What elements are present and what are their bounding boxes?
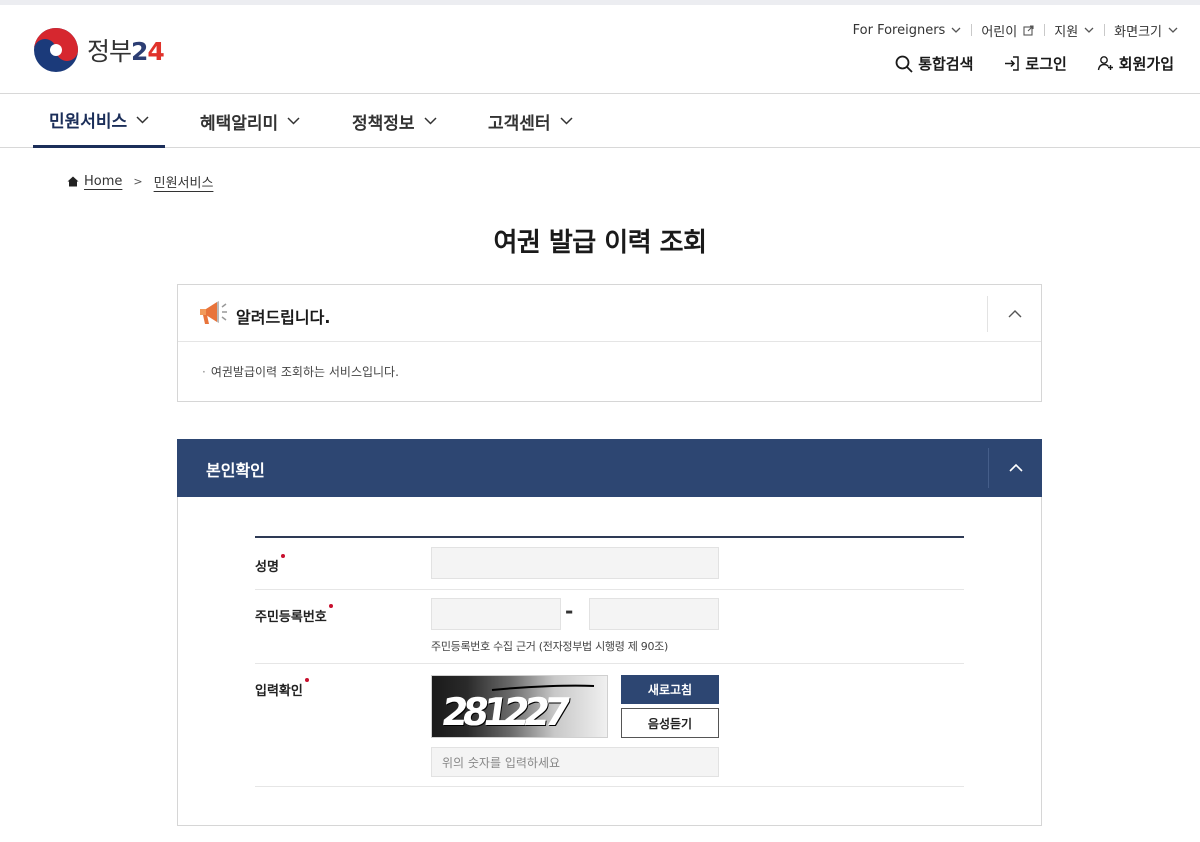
rrn-separator: - [565,599,574,623]
nav-benefits[interactable]: 혜택알리미 [200,94,300,148]
search-icon [895,55,913,73]
captcha-refresh-button[interactable]: 새로고침 [621,675,719,704]
chevron-down-icon [136,115,149,124]
breadcrumb-current[interactable]: 민원서비스 [154,172,214,191]
chevron-down-icon [1084,27,1094,33]
breadcrumb: Home > 민원서비스 [67,172,213,191]
required-mark [304,678,309,682]
util-screen-size[interactable]: 화면크기 [1104,21,1178,40]
search-button[interactable]: 통합검색 [895,53,973,74]
captcha-label: 입력확인 [255,678,309,699]
utility-menu: For Foreigners 어린이 지원 화면크기 [843,21,1178,40]
logo[interactable]: 정부24 [33,27,165,73]
nav-policy[interactable]: 정책정보 [352,94,437,148]
chevron-down-icon [287,117,300,125]
chevron-down-icon [951,27,961,33]
identity-form: 성명 주민등록번호 - 주민등록번호 수집 근거 (전자정부법 시행령 제 90… [255,536,964,787]
rrn-row: 주민등록번호 - 주민등록번호 수집 근거 (전자정부법 시행령 제 90조) [255,590,964,664]
captcha-input[interactable]: 위의 숫자를 입력하세요 [431,747,719,777]
taegeuk-logo-icon [34,28,78,72]
home-icon [67,176,79,187]
login-icon [1005,56,1020,71]
rrn-front-input[interactable] [431,598,561,630]
util-kids[interactable]: 어린이 [971,21,1044,40]
user-add-icon [1097,56,1113,71]
panel-collapse-button[interactable] [988,448,1042,488]
rrn-label: 주민등록번호 [255,604,333,625]
login-button[interactable]: 로그인 [1003,53,1067,74]
notice-collapse-button[interactable] [987,296,1041,332]
captcha-image: 281227 [431,675,608,738]
notice-header: 알려드립니다. [178,285,1041,342]
notice-box: 알려드립니다. 여권발급이력 조회하는 서비스입니다. [177,284,1042,402]
notice-title: 알려드립니다. [236,308,331,327]
external-link-icon [1023,25,1034,36]
chevron-down-icon [560,117,573,125]
captcha-noise [491,684,595,691]
name-row: 성명 [255,538,964,590]
breadcrumb-home[interactable]: Home [84,174,122,189]
site-header: 정부24 For Foreigners 어린이 지원 화면크기 통합검색 로그인 [0,5,1200,94]
chevron-down-icon [1168,27,1178,33]
nav-civil-service[interactable]: 민원서비스 [33,94,166,148]
required-mark [328,604,333,608]
nav-customer-center[interactable]: 고객센터 [488,94,573,148]
util-for-foreigners[interactable]: For Foreigners [843,23,972,38]
breadcrumb-separator-icon: > [133,175,143,188]
captcha-row: 입력확인 281227 새로고침 음성듣기 위의 숫자를 입력하세요 [255,664,964,787]
panel-title: 본인확인 [206,461,265,480]
main-navigation: 민원서비스 혜택알리미 정책정보 고객센터 [0,94,1200,148]
rrn-hint: 주민등록번호 수집 근거 (전자정부법 시행령 제 90조) [431,640,668,653]
util-support[interactable]: 지원 [1044,21,1104,40]
header-actions: 통합검색 로그인 회원가입 [865,53,1174,74]
required-mark [280,554,285,558]
name-input[interactable] [431,547,719,579]
chevron-up-icon [1008,464,1023,472]
captcha-audio-button[interactable]: 음성듣기 [621,708,719,738]
identity-panel-header: 본인확인 [177,439,1042,497]
logo-text: 정부24 [87,37,165,66]
megaphone-icon [200,301,227,324]
chevron-up-icon [1008,310,1021,318]
name-label: 성명 [255,554,285,575]
rrn-back-input[interactable] [589,598,719,630]
chevron-down-icon [424,117,437,125]
identity-panel: 본인확인 성명 주민등록번호 - 주민등록번호 수집 근거 (전자정부법 시행령… [177,439,1042,826]
page-title: 여권 발급 이력 조회 [493,228,707,258]
signup-button[interactable]: 회원가입 [1097,53,1174,74]
notice-text: 여권발급이력 조회하는 서비스입니다. [202,363,399,380]
